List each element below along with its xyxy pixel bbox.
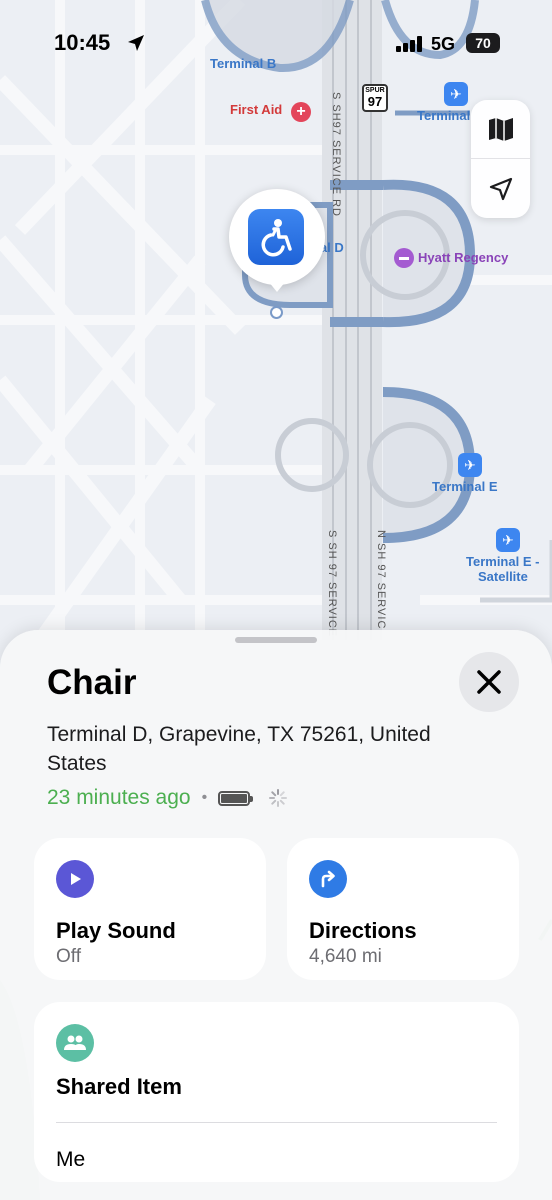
close-icon: [477, 670, 501, 694]
road-label-service-top: S SH97 SERVICE RD: [330, 92, 342, 218]
hotel-icon[interactable]: ▬: [394, 248, 414, 268]
location-dot: [270, 306, 283, 319]
road-label-n-service: N SH 97 SERVIC: [375, 530, 387, 630]
location-arrow-icon: [489, 177, 512, 200]
play-sound-status: Off: [56, 946, 81, 967]
item-name: Chair: [47, 663, 137, 702]
close-button[interactable]: [459, 652, 519, 712]
play-sound-button[interactable]: Play Sound Off: [34, 838, 266, 980]
people-icon: [56, 1024, 94, 1062]
last-seen-time: 23 minutes ago: [47, 786, 191, 809]
first-aid-icon[interactable]: +: [291, 102, 311, 122]
play-icon: [56, 860, 94, 898]
status-bar: 10:45 5G 70: [0, 0, 552, 90]
recenter-button[interactable]: [471, 159, 530, 218]
shared-owner[interactable]: Me: [56, 1148, 85, 1172]
divider: [56, 1122, 497, 1123]
terminal-e-label[interactable]: Terminal E: [432, 479, 498, 494]
separator: •: [201, 789, 208, 806]
item-detail-sheet: Chair Terminal D, Grapevine, TX 75261, U…: [0, 630, 552, 1200]
battery-icon: 70: [466, 33, 500, 53]
terminal-top-label[interactable]: Terminal: [417, 108, 470, 123]
turn-right-icon: [309, 860, 347, 898]
map-mode-button[interactable]: [471, 100, 530, 159]
wheelchair-icon[interactable]: [248, 209, 304, 265]
directions-label: Directions: [309, 918, 417, 943]
hyatt-label[interactable]: Hyatt Regency: [418, 250, 508, 265]
shared-item-label: Shared Item: [56, 1074, 182, 1099]
map-icon: [488, 118, 513, 141]
terminal-e-satellite-label[interactable]: Terminal E -: [466, 554, 539, 569]
cellular-signal-icon: [396, 36, 422, 52]
item-meta: 23 minutes ago •: [47, 785, 288, 811]
shared-item-card: Shared Item Me: [34, 1002, 519, 1182]
directions-button[interactable]: Directions 4,640 mi: [287, 838, 519, 980]
play-sound-label: Play Sound: [56, 918, 176, 943]
airport-icon[interactable]: ✈: [458, 453, 482, 477]
clock: 10:45: [54, 30, 111, 55]
item-address: Terminal D, Grapevine, TX 75261, United …: [47, 723, 431, 775]
road-label-s-service: S SH 97 SERVICE: [326, 530, 338, 638]
directions-distance: 4,640 mi: [309, 946, 382, 967]
loading-spinner-icon: [269, 789, 288, 807]
location-arrow-icon: [128, 35, 144, 51]
battery-level-icon: [218, 790, 254, 806]
map-controls: [471, 100, 530, 218]
network-type: 5G: [431, 34, 456, 54]
airport-icon[interactable]: ✈: [496, 528, 520, 552]
first-aid-label[interactable]: First Aid: [230, 102, 282, 117]
sheet-grabber[interactable]: [235, 637, 317, 643]
item-pin-tail: [264, 276, 290, 292]
terminal-e-satellite-label-2: Satellite: [478, 569, 528, 584]
